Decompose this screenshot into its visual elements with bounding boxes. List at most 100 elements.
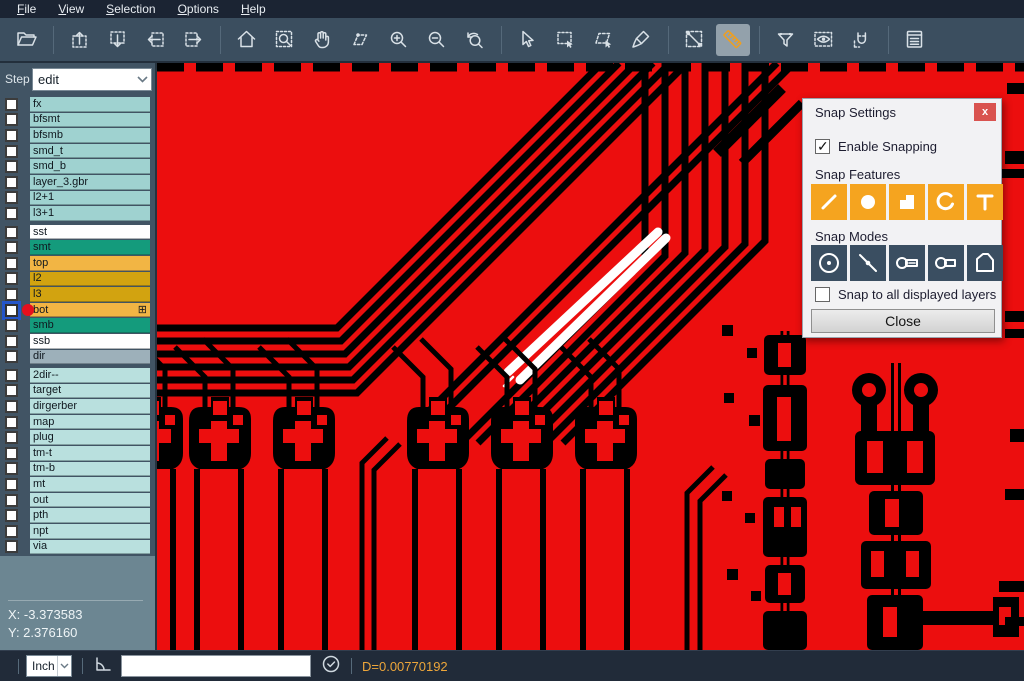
layer-bar[interactable]: mt ⊞ — [30, 477, 150, 492]
layer-row[interactable]: smt ⊞ — [0, 240, 155, 255]
snap-feature-pad-button[interactable] — [850, 184, 886, 220]
layer-row[interactable]: map ⊞ — [0, 415, 155, 430]
menu-view[interactable]: View — [47, 0, 95, 18]
close-icon[interactable]: x — [974, 103, 996, 121]
layer-visibility-checkbox[interactable] — [5, 369, 18, 382]
layer-visibility-checkbox[interactable] — [5, 288, 18, 301]
layer-bar[interactable]: via ⊞ — [30, 540, 150, 555]
layer-row[interactable]: ssb ⊞ — [0, 334, 155, 349]
zoom-in-button[interactable] — [382, 24, 416, 56]
layer-row[interactable]: top ⊞ — [0, 256, 155, 271]
layer-bar[interactable]: 2dir-- ⊞ — [30, 368, 150, 383]
zoom-previous-button[interactable] — [458, 24, 492, 56]
layer-visibility-checkbox[interactable] — [5, 478, 18, 491]
menu-file[interactable]: File — [6, 0, 47, 18]
open-file-button[interactable] — [10, 24, 44, 56]
layer-visibility-checkbox[interactable] — [5, 98, 18, 111]
view-region-button[interactable] — [807, 24, 841, 56]
layer-visibility-checkbox[interactable] — [5, 272, 18, 285]
menu-selection[interactable]: Selection — [95, 0, 166, 18]
layer-visibility-checkbox[interactable] — [5, 113, 18, 126]
layer-visibility-checkbox[interactable] — [5, 207, 18, 220]
menu-options[interactable]: Options — [167, 0, 230, 18]
layer-grid-icon[interactable]: ⊞ — [138, 305, 147, 315]
layer-visibility-checkbox[interactable] — [5, 431, 18, 444]
layer-bar[interactable]: l3 ⊞ — [30, 287, 150, 302]
layer-row[interactable]: npt ⊞ — [0, 524, 155, 539]
layer-visibility-checkbox[interactable] — [5, 145, 18, 158]
select-polygon-button[interactable] — [587, 24, 621, 56]
layer-visibility-checkbox[interactable] — [5, 257, 18, 270]
snap-mode-point-on-line-button[interactable] — [850, 245, 886, 281]
layer-bar[interactable]: tm-b ⊞ — [30, 462, 150, 477]
layer-visibility-checkbox[interactable] — [5, 525, 18, 538]
report-log-button[interactable] — [898, 24, 932, 56]
command-input[interactable] — [121, 655, 311, 677]
snap-feature-text-button[interactable] — [967, 184, 1003, 220]
layer-bar[interactable]: out ⊞ — [30, 493, 150, 508]
snap-mode-slot-open-button[interactable] — [928, 245, 964, 281]
layer-visibility-checkbox[interactable] — [5, 191, 18, 204]
layer-bar[interactable]: sst ⊞ — [30, 225, 150, 240]
layer-bar[interactable]: smb ⊞ — [30, 318, 150, 333]
layer-row[interactable]: l3 ⊞ — [0, 287, 155, 302]
layer-row[interactable]: sst ⊞ — [0, 225, 155, 240]
layer-visibility-checkbox[interactable] — [5, 241, 18, 254]
layer-row[interactable]: plug ⊞ — [0, 430, 155, 445]
paint-brush-button[interactable] — [625, 24, 659, 56]
layer-row[interactable]: l2 ⊞ — [0, 272, 155, 287]
layer-bar[interactable]: l2 ⊞ — [30, 272, 150, 287]
layer-row[interactable]: layer_3.gbr ⊞ — [0, 175, 155, 190]
layer-row[interactable]: pth ⊞ — [0, 508, 155, 523]
layer-row[interactable]: target ⊞ — [0, 384, 155, 399]
layer-bar[interactable]: map ⊞ — [30, 415, 150, 430]
layer-bar[interactable]: target ⊞ — [30, 384, 150, 399]
filter-button[interactable] — [769, 24, 803, 56]
layer-row[interactable]: bot ⊞ — [0, 303, 155, 318]
layer-bar[interactable]: layer_3.gbr ⊞ — [30, 175, 150, 190]
layer-row[interactable]: bfsmb ⊞ — [0, 128, 155, 143]
pan-left-button[interactable] — [139, 24, 173, 56]
snap-feature-line-button[interactable] — [811, 184, 847, 220]
layer-row[interactable]: smd_t ⊞ — [0, 144, 155, 159]
layer-row[interactable]: bfsmt ⊞ — [0, 113, 155, 128]
layer-row[interactable]: tm-b ⊞ — [0, 462, 155, 477]
layer-bar[interactable]: smd_t ⊞ — [30, 144, 150, 159]
layer-bar[interactable]: l3+1 ⊞ — [30, 206, 150, 221]
layer-row[interactable]: smd_b ⊞ — [0, 159, 155, 174]
layer-bar[interactable]: dirgerber ⊞ — [30, 399, 150, 414]
zoom-home-button[interactable] — [230, 24, 264, 56]
layer-bar[interactable]: bfsmb ⊞ — [30, 128, 150, 143]
zoom-polygon-button[interactable] — [344, 24, 378, 56]
layer-row[interactable]: mt ⊞ — [0, 477, 155, 492]
zoom-window-button[interactable] — [268, 24, 302, 56]
layer-bar[interactable]: bfsmt ⊞ — [30, 113, 150, 128]
layer-visibility-checkbox[interactable] — [5, 160, 18, 173]
snap-mode-center-button[interactable] — [811, 245, 847, 281]
layer-visibility-checkbox[interactable] — [5, 226, 18, 239]
enable-snapping-checkbox[interactable] — [815, 139, 830, 154]
measure-distance-button[interactable] — [678, 24, 712, 56]
pan-down-button[interactable] — [101, 24, 135, 56]
snap-magnet-button[interactable] — [845, 24, 879, 56]
layer-visibility-checkbox[interactable] — [5, 176, 18, 189]
layer-visibility-checkbox[interactable] — [5, 416, 18, 429]
snap-mode-outline-button[interactable] — [967, 245, 1003, 281]
layer-bar[interactable]: tm-t ⊞ — [30, 446, 150, 461]
layer-row[interactable]: smb ⊞ — [0, 318, 155, 333]
layer-visibility-checkbox[interactable] — [5, 304, 18, 317]
layer-visibility-checkbox[interactable] — [5, 350, 18, 363]
layer-row[interactable]: via ⊞ — [0, 540, 155, 555]
pan-hand-button[interactable] — [306, 24, 340, 56]
snap-feature-surface-button[interactable] — [889, 184, 925, 220]
layer-visibility-checkbox[interactable] — [5, 540, 18, 553]
step-select[interactable]: edit — [32, 68, 152, 91]
layer-visibility-checkbox[interactable] — [5, 462, 18, 475]
layer-bar[interactable]: plug ⊞ — [30, 430, 150, 445]
close-button[interactable]: Close — [811, 309, 995, 333]
layer-visibility-checkbox[interactable] — [5, 494, 18, 507]
pan-up-button[interactable] — [63, 24, 97, 56]
layer-visibility-checkbox[interactable] — [5, 400, 18, 413]
snap-mode-slot-filled-button[interactable] — [889, 245, 925, 281]
layer-bar[interactable]: bot ⊞ — [30, 303, 150, 318]
